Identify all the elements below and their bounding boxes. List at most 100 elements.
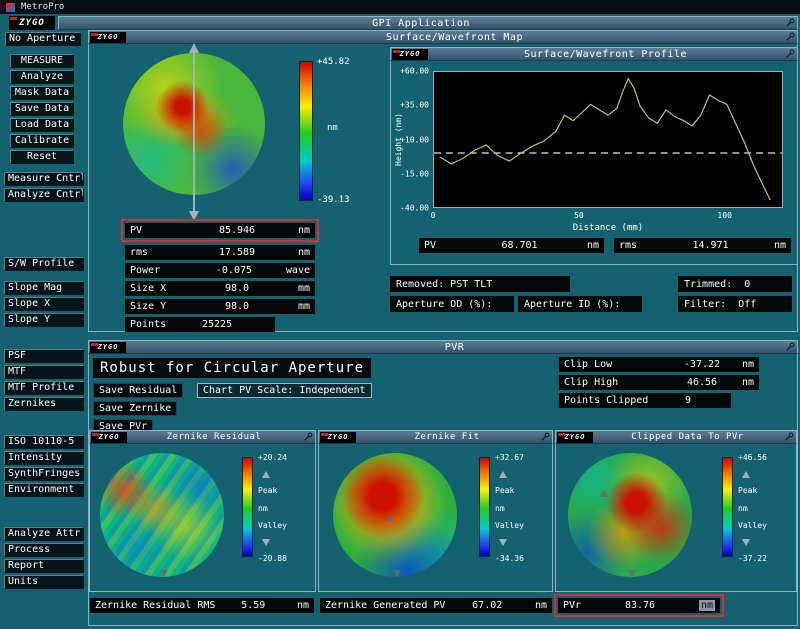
profile-x-axis-label: Distance (mm): [572, 223, 644, 233]
sidebar-button-analyze-cntrl[interactable]: Analyze Cntrl: [4, 188, 84, 202]
save-residual-button[interactable]: Save Residual: [93, 383, 184, 398]
valley-label: Valley: [495, 521, 524, 530]
stat-unit: nm: [297, 225, 310, 236]
sidebar-button-calibrate[interactable]: Calibrate: [10, 134, 74, 148]
zygo-logo-button[interactable]: ZYGO: [90, 341, 126, 353]
sidebar-button-save-data[interactable]: Save Data: [10, 102, 74, 116]
stat-value: 46.56: [686, 377, 718, 388]
wrench-icon[interactable]: [538, 431, 551, 443]
profile-window-title: Surface/Wavefront Profile: [523, 48, 687, 60]
wrench-icon[interactable]: [783, 341, 796, 353]
map-color-scale: [299, 61, 313, 201]
sidebar-button-synthfringes[interactable]: SynthFringes: [4, 467, 84, 481]
map-stat-power: Power -0.075 wave: [125, 263, 315, 278]
sidebar-button-measure[interactable]: MEASURE: [10, 54, 74, 68]
sidebar-button-load-data[interactable]: Load Data: [10, 118, 74, 132]
sidebar-button-intensity[interactable]: Intensity: [4, 451, 84, 465]
peak-arrow-icon: [262, 470, 270, 478]
filter-strip[interactable]: Filter: Off: [678, 296, 792, 312]
chart-pv-scale-button[interactable]: Chart PV Scale: Independent: [197, 383, 372, 398]
profile-stats: PV 68.701 nm rms 14.971 nm: [419, 238, 791, 256]
zygo-logo-button[interactable]: ZYGO: [392, 48, 428, 60]
metropro-icon: [6, 2, 15, 12]
zygo-logo-text: ZYGO: [97, 33, 119, 41]
stat-unit: nm: [297, 247, 310, 258]
removed-strip: Removed: PST TLT: [390, 276, 570, 292]
profile-titlebar[interactable]: ZYGO Surface/Wavefront Profile: [390, 47, 798, 61]
zygo-logo-text: ZYGO: [97, 343, 119, 351]
stat-label: Power: [130, 265, 161, 276]
wrench-icon[interactable]: [783, 31, 796, 43]
sidebar-button-environment[interactable]: Environment: [4, 483, 84, 497]
stat-unit: nm: [741, 359, 754, 370]
os-titlebar[interactable]: MetroPro: [0, 0, 800, 14]
scale-unit-label: nm: [327, 123, 338, 133]
scale-max-label: +45.82: [317, 57, 350, 67]
stat-label: Zernike Generated PV: [325, 600, 446, 611]
zygo-logo-button[interactable]: ZYGO: [91, 431, 127, 443]
zygo-logo-text: ZYGO: [564, 433, 586, 441]
sidebar-button-no-aperture[interactable]: No Aperture: [5, 32, 81, 46]
profile-stat-pv: PV 68.701 nm: [419, 238, 604, 253]
app-title: GPI Application: [372, 17, 470, 29]
clipped-data-titlebar[interactable]: ZYGO Clipped Data To PVr: [555, 430, 797, 444]
wrench-icon[interactable]: [783, 48, 796, 60]
sidebar-button-slope-y[interactable]: Slope Y: [4, 313, 84, 327]
zernike-residual-titlebar[interactable]: ZYGO Zernike Residual: [89, 430, 316, 444]
sidebar-button-report[interactable]: Report: [4, 559, 84, 573]
zygo-logo-button[interactable]: ZYGO: [320, 431, 356, 443]
surface-wavefront-profile-window: ZYGO Surface/Wavefront Profile Height (n…: [390, 47, 798, 265]
map-titlebar[interactable]: ZYGO Surface/Wavefront Map: [88, 30, 798, 44]
stat-unit: nm: [741, 377, 754, 388]
sidebar-button-process[interactable]: Process: [4, 543, 84, 557]
sidebar-button-units[interactable]: Units: [4, 575, 84, 589]
sidebar-button-mask-data[interactable]: Mask Data: [10, 86, 74, 100]
sidebar-button-slope-mag[interactable]: Slope Mag: [4, 281, 84, 295]
pvr-window-title: PVR: [444, 341, 465, 353]
stat-unit: wave: [285, 265, 310, 276]
pvr-titlebar[interactable]: ZYGO PVR: [88, 340, 798, 354]
wrench-icon[interactable]: [301, 431, 314, 443]
aperture-id-strip[interactable]: Aperture ID (%):: [518, 296, 642, 312]
stat-label: PVr: [563, 600, 582, 611]
sidebar-button-s-w-profile[interactable]: S/W Profile: [4, 257, 84, 271]
wrench-icon[interactable]: [782, 431, 795, 443]
sidebar-button-measure-cntrl[interactable]: Measure Cntrl: [4, 172, 84, 186]
sidebar-button-zernikes[interactable]: Zernikes: [4, 397, 84, 411]
scale-min-label: -39.13: [317, 195, 350, 205]
zygo-logo-button[interactable]: ZYGO: [557, 431, 593, 443]
profile-slice-arrow[interactable]: [186, 43, 202, 221]
zernike-fit-title: Zernike Fit: [414, 432, 480, 442]
map-stat-rms: rms 17.589 nm: [125, 245, 315, 260]
pvr-stat-zernike-residual-rms: Zernike Residual RMS 5.59 nm: [90, 598, 314, 613]
save-zernike-button[interactable]: Save Zernike: [93, 401, 178, 416]
clip-stats: Clip Low -37.22 nm Clip High 46.56 nm Points C…: [559, 357, 759, 411]
sidebar-button-analyze[interactable]: Analyze: [10, 70, 74, 84]
profile-stat-rms: rms 14.971 nm: [614, 238, 791, 253]
stat-unit: nm: [698, 600, 715, 611]
scale-max-label: +32.67: [495, 453, 524, 462]
zygo-logo-button[interactable]: ZYGO: [9, 16, 55, 30]
sidebar-buttons: No Aperture MEASURE Analyze Mask Data Save D…: [0, 32, 88, 589]
sidebar-button-analyze-attr[interactable]: Analyze Attr: [4, 527, 84, 541]
sidebar-button-psf[interactable]: PSF: [4, 349, 84, 363]
sidebar-button-reset[interactable]: Reset: [10, 150, 74, 164]
zernike-fit-titlebar[interactable]: ZYGO Zernike Fit: [318, 430, 553, 444]
app-titlebar[interactable]: GPI Application: [58, 16, 798, 30]
marker-triangle-icon: [385, 515, 394, 522]
unit-label: nm: [258, 503, 268, 513]
aperture-od-strip[interactable]: Aperture OD (%):: [390, 296, 514, 312]
sidebar-button-slope-x[interactable]: Slope X: [4, 297, 84, 311]
valley-label: Valley: [258, 521, 287, 530]
sidebar-button-mtf[interactable]: MTF: [4, 365, 84, 379]
wrench-icon[interactable]: [783, 17, 796, 29]
zygo-logo-text: ZYGO: [327, 433, 349, 441]
pvr-stat-zernike-generated-pv: Zernike Generated PV 67.02 nm: [320, 598, 552, 613]
profile-ytick: +60.00: [400, 66, 429, 76]
sidebar-button-mtf-profile[interactable]: MTF Profile: [4, 381, 84, 395]
color-scale: [479, 457, 490, 557]
map-stat-size-y: Size Y 98.0 mm: [125, 299, 315, 314]
zygo-logo-button[interactable]: ZYGO: [90, 31, 126, 43]
sidebar-button-iso-10110-5[interactable]: ISO 10110-5: [4, 435, 84, 449]
stat-label: Size X: [130, 283, 167, 294]
